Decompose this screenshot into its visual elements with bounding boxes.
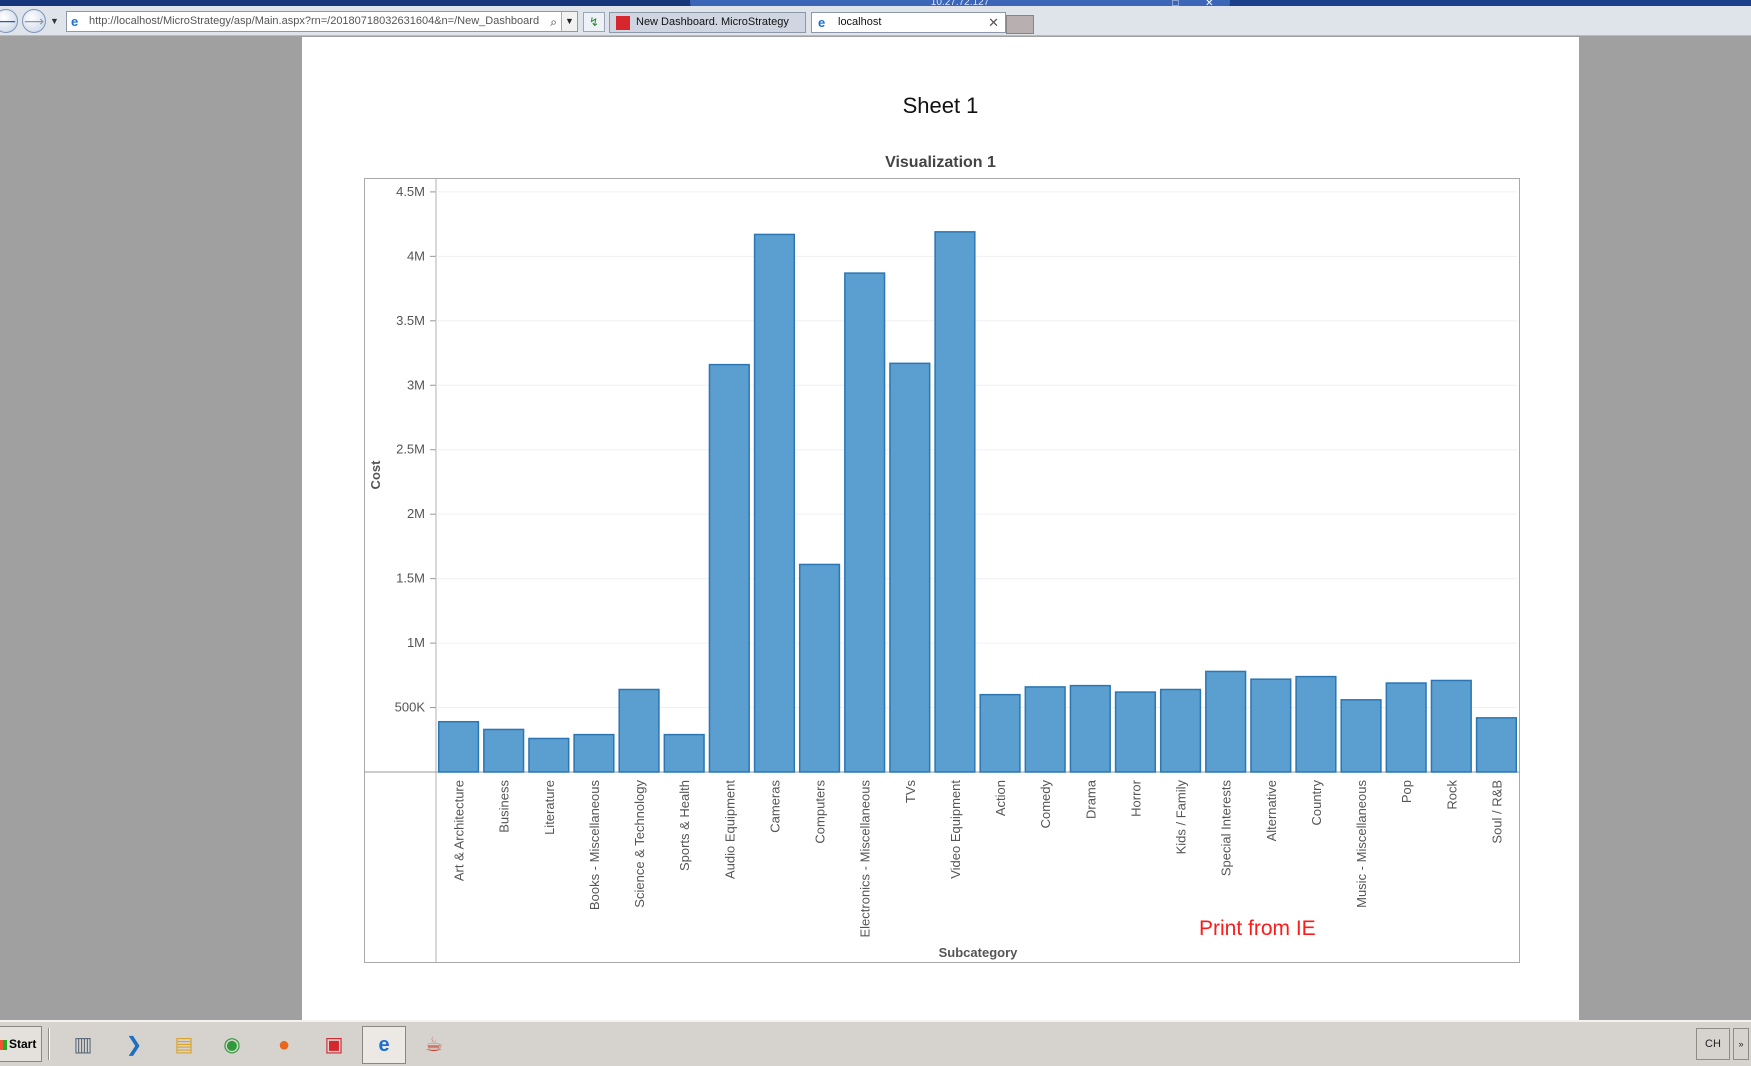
back-arrow-icon: ⟵: [0, 13, 17, 29]
start-label: Start: [9, 1037, 37, 1051]
compatibility-view-button[interactable]: ↯: [583, 12, 605, 32]
forward-arrow-icon: ⟶: [23, 13, 45, 29]
x-tick-label: Comedy: [1038, 780, 1053, 829]
x-tick-label: Music - Miscellaneous: [1354, 780, 1369, 908]
y-tick-label: 2M: [407, 506, 425, 521]
bar: [618, 688, 660, 773]
browser-nav-bar: ⟵ ⟶ ▼ e http://localhost/MicroStrategy/a…: [0, 6, 1751, 36]
powershell-icon[interactable]: ❯: [112, 1026, 156, 1064]
x-tick-label: Audio Equipment: [722, 780, 737, 879]
x-tick-label: Cameras: [767, 780, 782, 833]
y-tick-label: 3.5M: [396, 313, 425, 328]
x-tick-label: Literature: [542, 780, 557, 835]
y-tick-label: 4M: [407, 248, 425, 263]
bar: [1475, 717, 1518, 773]
x-tick-label: Rock: [1444, 780, 1459, 810]
x-axis-label: Subcategory: [939, 945, 1019, 960]
back-button[interactable]: ⟵: [0, 9, 18, 33]
y-tick-label: 500K: [395, 700, 426, 715]
x-tick-label: Soul / R&B: [1489, 780, 1504, 844]
x-tick-label: Video Equipment: [948, 780, 963, 879]
bar: [1205, 670, 1247, 773]
firefox-icon[interactable]: ●: [262, 1026, 306, 1064]
x-tick-label: Art & Architecture: [452, 780, 467, 881]
tab-label: New Dashboard. MicroStrategy: [636, 16, 789, 28]
x-tick-label: Kids / Family: [1174, 780, 1189, 855]
bar: [663, 733, 705, 773]
x-tick-label: Sports & Health: [677, 780, 692, 871]
print-page: Sheet 1 Visualization 1 500K 1M 1.5M 2M 2.5M…: [302, 37, 1579, 1020]
taskbar-separator: [48, 1028, 50, 1060]
internet-explorer-icon[interactable]: e: [362, 1026, 406, 1064]
address-url[interactable]: http://localhost/MicroStrategy/asp/Main.…: [89, 12, 544, 31]
bar: [1069, 684, 1111, 773]
y-tick-label: 4.5M: [396, 184, 425, 199]
server-manager-icon[interactable]: ▥: [61, 1026, 105, 1064]
y-axis-label: Cost: [368, 460, 383, 490]
language-indicator[interactable]: CH: [1696, 1028, 1730, 1060]
ie-tab-icon: e: [818, 15, 826, 30]
file-explorer-icon[interactable]: ▤: [162, 1026, 206, 1064]
microstrategy-icon[interactable]: ▣: [312, 1026, 356, 1064]
x-tick-label: Action: [993, 780, 1008, 816]
address-dropdown-icon[interactable]: ▼: [561, 12, 577, 31]
x-tick-label: Country: [1309, 780, 1324, 826]
y-tick-label: 2.5M: [396, 442, 425, 457]
bar: [1430, 679, 1472, 773]
close-icon[interactable]: ✕: [988, 13, 999, 32]
bar: [1385, 682, 1427, 773]
forward-button[interactable]: ⟶: [22, 9, 46, 33]
x-tick-label: TVs: [903, 780, 918, 804]
y-tick-label: 1M: [407, 635, 425, 650]
x-tick-label: Books - Miscellaneous: [587, 780, 602, 911]
address-bar[interactable]: e http://localhost/MicroStrategy/asp/Mai…: [66, 11, 578, 32]
x-tick-label: Special Interests: [1219, 780, 1234, 877]
tab-label: localhost: [838, 16, 882, 28]
start-button[interactable]: Start: [0, 1026, 42, 1062]
print-note: Print from IE: [1199, 917, 1316, 940]
microstrategy-tab-icon: [616, 16, 630, 30]
tab-localhost[interactable]: e localhost ✕: [811, 12, 1006, 33]
bar: [437, 720, 480, 773]
y-tick-label: 1.5M: [396, 571, 425, 586]
search-icon[interactable]: ⌕: [550, 13, 557, 31]
bar-chart: 500K 1M 1.5M 2M 2.5M 3M 3.5M 4M 4.5M Art & Archit…: [364, 178, 1520, 963]
bar: [844, 272, 886, 773]
x-tick-label: Business: [497, 780, 512, 833]
x-tick-label: Horror: [1128, 779, 1143, 817]
bar: [708, 363, 750, 773]
x-tick-label: Drama: [1083, 779, 1098, 819]
new-tab-button[interactable]: [1006, 15, 1034, 34]
bar: [1250, 678, 1292, 773]
history-dropdown-icon[interactable]: ▼: [50, 16, 59, 26]
x-tick-label: Science & Technology: [632, 780, 647, 908]
java-icon[interactable]: ☕: [412, 1026, 456, 1064]
bar: [1159, 688, 1202, 773]
bar: [1114, 691, 1157, 773]
bar: [753, 233, 796, 773]
x-tick-label: Computers: [813, 780, 828, 844]
bar: [528, 737, 570, 773]
bar: [979, 693, 1021, 773]
windows-flag-icon: [0, 1039, 7, 1050]
bar: [798, 563, 841, 773]
refresh-icon: ↯: [588, 15, 600, 29]
x-tick-label: Alternative: [1264, 780, 1279, 841]
bar: [889, 362, 931, 773]
bar: [1340, 699, 1382, 773]
bar: [934, 231, 976, 773]
chrome-icon[interactable]: ◉: [210, 1026, 254, 1064]
bar: [1295, 675, 1337, 773]
tray-expand-button[interactable]: »: [1733, 1028, 1749, 1060]
x-tick-label: Electronics - Miscellaneous: [858, 780, 873, 938]
bar: [573, 733, 615, 773]
taskbar: Start ▥ ❯ ▤ ◉ ● ▣ e ☕ CH »: [0, 1020, 1751, 1066]
tab-new-dashboard[interactable]: New Dashboard. MicroStrategy: [609, 12, 806, 33]
x-tick-label: Pop: [1399, 780, 1414, 803]
ie-page-icon: e: [71, 14, 79, 29]
y-tick-label: 3M: [407, 377, 425, 392]
bar: [1024, 686, 1066, 773]
bar: [483, 728, 525, 773]
